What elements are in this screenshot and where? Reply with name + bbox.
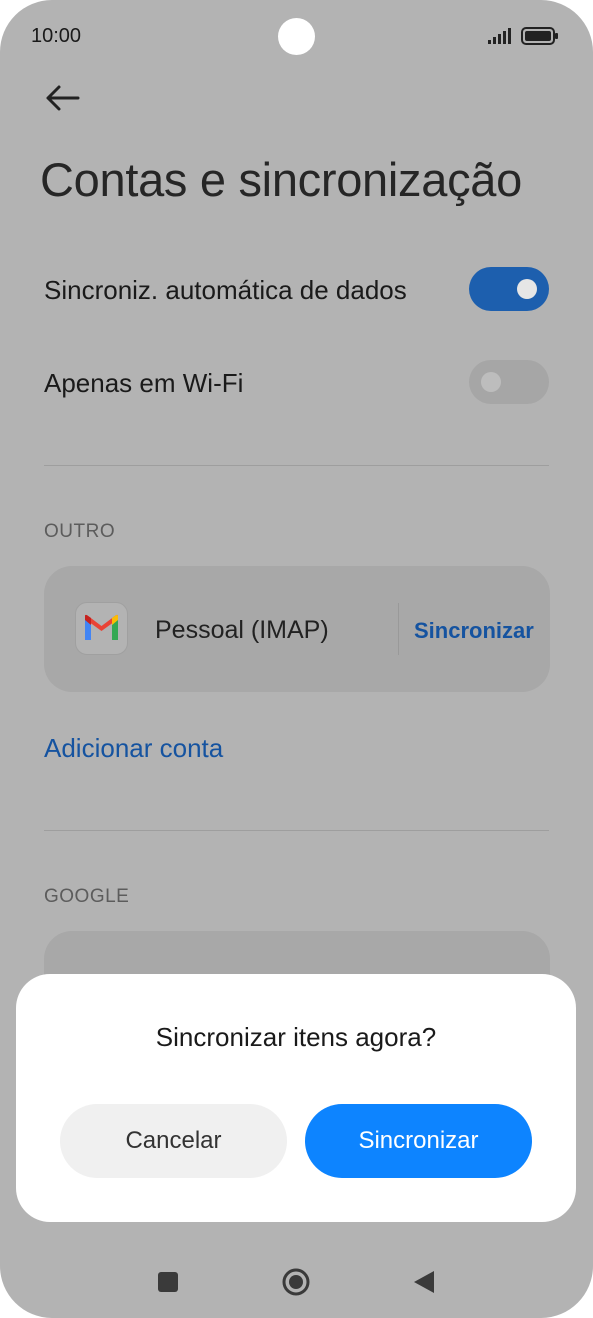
gmail-icon xyxy=(75,602,128,655)
account-sync-button[interactable]: Sincronizar xyxy=(414,618,534,644)
sync-now-button[interactable]: Sincronizar xyxy=(305,1104,532,1178)
signal-icon xyxy=(488,28,511,44)
back-arrow-icon[interactable] xyxy=(40,78,84,118)
phone-screen: 10:00 Contas e sincronização Sincroniz. … xyxy=(0,0,593,1318)
toggle-knob xyxy=(481,372,501,392)
account-name: Pessoal (IMAP) xyxy=(155,616,329,644)
battery-icon xyxy=(521,27,558,45)
section-header-other: OUTRO xyxy=(44,521,116,542)
divider xyxy=(44,465,549,466)
recents-square-icon[interactable] xyxy=(154,1268,182,1296)
wifi-only-label: Apenas em Wi-Fi xyxy=(44,368,244,398)
divider xyxy=(44,830,549,831)
dialog-title: Sincronizar itens agora? xyxy=(155,1022,437,1052)
page-title: Contas e sincronização xyxy=(40,153,522,206)
vertical-separator xyxy=(398,603,399,655)
status-time: 10:00 xyxy=(31,25,82,47)
toggle-knob xyxy=(517,279,537,299)
cancel-button[interactable]: Cancelar xyxy=(60,1104,287,1178)
status-bar: 10:00 xyxy=(0,0,593,72)
account-card-imap[interactable]: Pessoal (IMAP) Sincronizar xyxy=(44,566,550,692)
navigation-bar xyxy=(0,1250,593,1314)
back-triangle-icon[interactable] xyxy=(410,1268,438,1296)
home-circle-icon[interactable] xyxy=(281,1267,311,1297)
auto-sync-toggle[interactable] xyxy=(469,267,549,311)
wifi-only-toggle[interactable] xyxy=(469,360,549,404)
auto-sync-label: Sincroniz. automática de dados xyxy=(44,275,407,305)
sync-confirm-dialog: Sincronizar itens agora? Cancelar Sincro… xyxy=(16,974,576,1222)
front-camera-cutout xyxy=(278,18,315,55)
add-account-link[interactable]: Adicionar conta xyxy=(44,733,223,764)
section-header-google: GOOGLE xyxy=(44,886,130,907)
